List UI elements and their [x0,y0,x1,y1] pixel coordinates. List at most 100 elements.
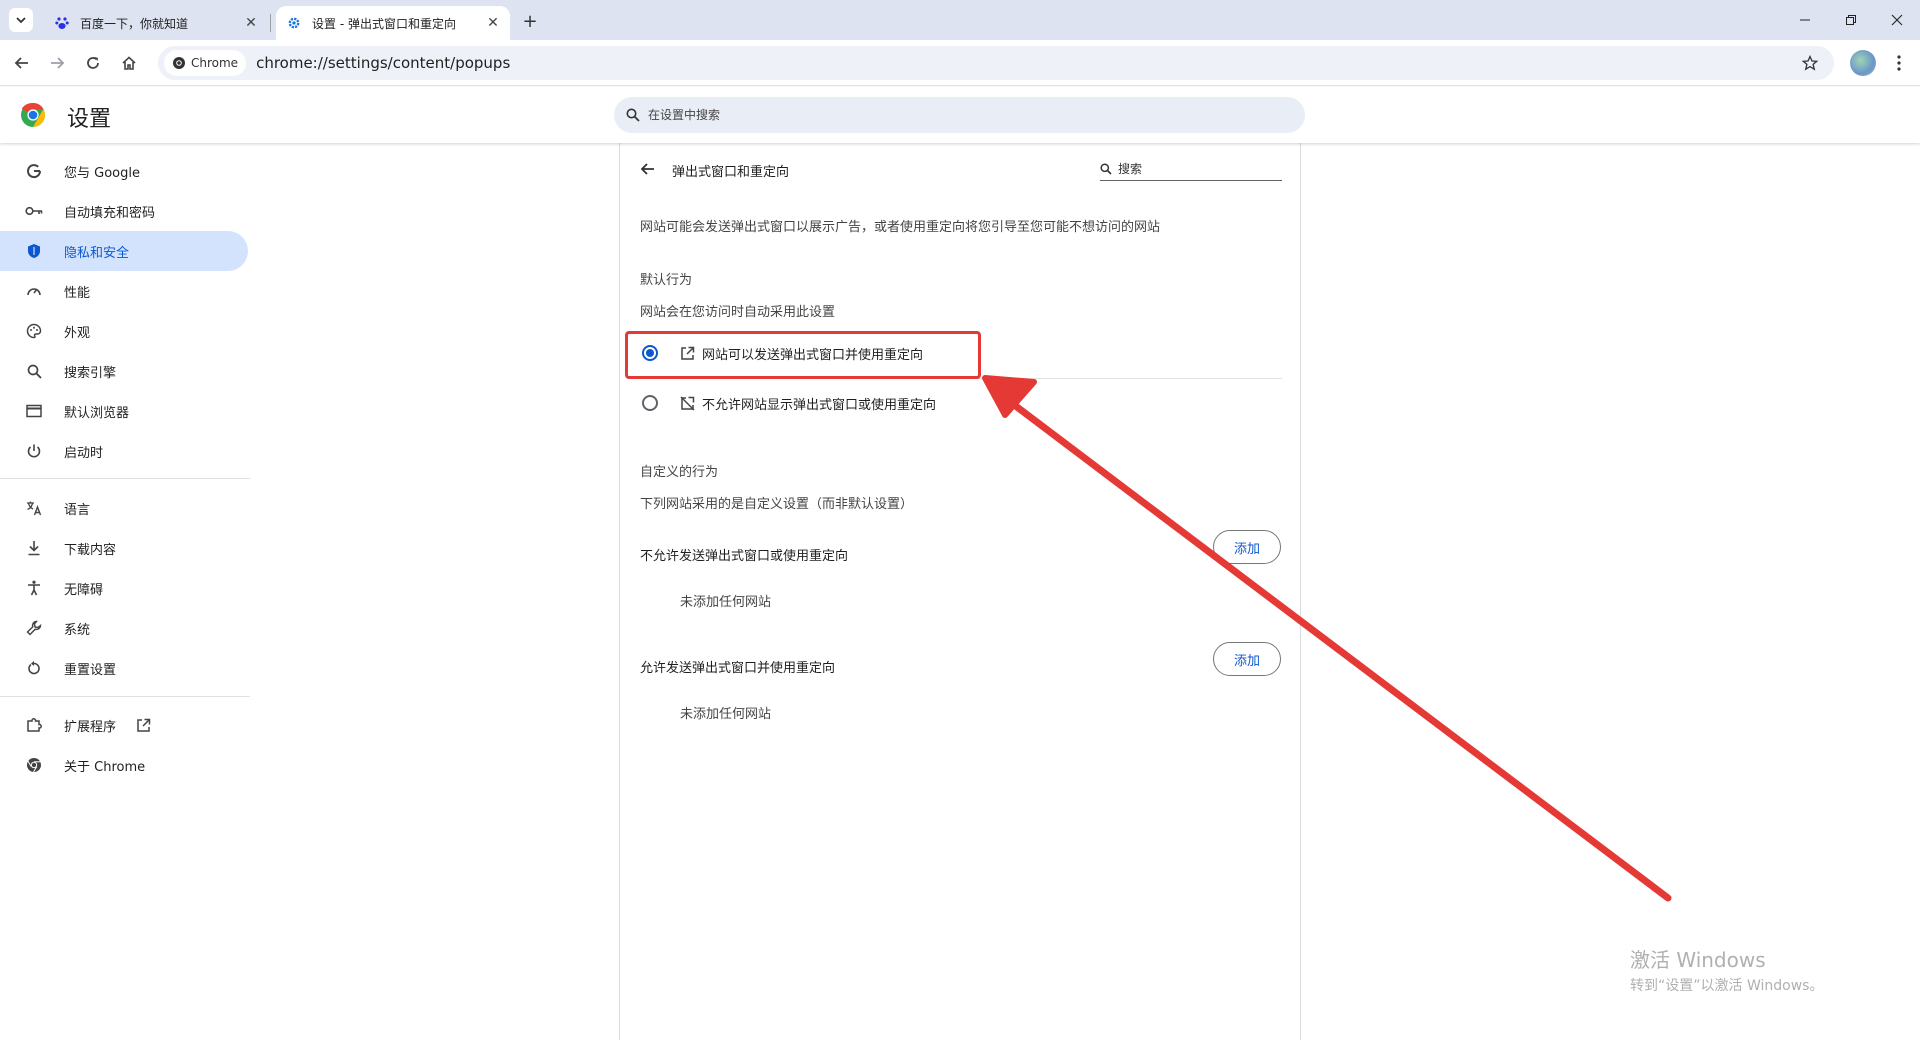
home-button[interactable] [116,50,142,76]
search-icon [24,361,44,381]
sidebar-item-languages[interactable]: 语言 [0,488,248,528]
speedometer-icon [24,281,44,301]
sidebar-item-label: 扩展程序 [64,719,117,735]
shield-icon [24,241,44,261]
radio-label: 网站可以发送弹出式窗口并使用重定向 [702,347,924,363]
key-icon [24,201,44,221]
tab-title: 设置 - 弹出式窗口和重定向 [312,16,456,31]
tab-settings[interactable]: 设置 - 弹出式窗口和重定向 ✕ [276,6,510,40]
default-behavior-subtitle: 网站会在您访问时自动采用此设置 [640,305,836,320]
allowed-list-label: 允许发送弹出式窗口并使用重定向 [640,661,836,676]
add-allowed-site-button[interactable]: 添加 [1213,642,1281,676]
sidebar: 您与 Google 自动填充和密码 隐私和安全 性能 外观 搜索引擎 默认浏览器… [0,143,260,1040]
reset-icon [24,658,44,678]
tab-title: 百度一下，你就知道 [80,16,189,31]
reload-button[interactable] [80,50,106,76]
settings-search-input[interactable] [648,108,1248,122]
baidu-paw-icon [54,15,70,31]
sidebar-item-label: 系统 [64,622,91,638]
profile-avatar[interactable] [1850,50,1876,76]
sidebar-item-label: 默认浏览器 [64,405,130,421]
subpage-search-input[interactable] [1118,161,1268,176]
sidebar-item-you-and-google[interactable]: 您与 Google [0,151,248,191]
search-icon [1100,162,1112,175]
search-icon [626,108,640,122]
address-bar[interactable]: Chrome chrome://settings/content/popups [158,46,1834,80]
power-icon [24,441,44,461]
url-text[interactable]: chrome://settings/content/popups [256,54,510,72]
allowed-list-empty: 未添加任何网站 [680,707,772,722]
new-tab-button[interactable]: + [518,9,542,33]
watermark-line-1: 激活 Windows [1630,948,1766,972]
sidebar-item-label: 关于 Chrome [64,759,146,775]
sidebar-item-label: 自动填充和密码 [64,205,156,221]
sidebar-item-label: 搜索引擎 [64,365,117,381]
sidebar-item-performance[interactable]: 性能 [0,271,248,311]
radio-label: 不允许网站显示弹出式窗口或使用重定向 [702,397,937,413]
accessibility-icon [24,578,44,598]
star-icon [1802,55,1818,71]
close-icon[interactable]: ✕ [484,14,502,32]
sidebar-item-downloads[interactable]: 下载内容 [0,528,248,568]
watermark-line-2: 转到“设置”以激活 Windows。 [1630,978,1824,994]
sidebar-item-accessibility[interactable]: 无障碍 [0,568,248,608]
more-vert-icon [1897,55,1901,71]
sidebar-item-label: 性能 [64,285,91,301]
home-icon [122,56,136,70]
custom-behavior-subtitle: 下列网站采用的是自定义设置（而非默认设置） [640,497,914,512]
sidebar-item-label: 下载内容 [64,542,117,558]
chrome-logo-icon [24,755,44,775]
wrench-icon [24,618,44,638]
add-blocked-site-button[interactable]: 添加 [1213,530,1281,564]
forward-button[interactable] [44,50,70,76]
radio-button-unchecked[interactable] [642,395,658,411]
open-in-new-icon [136,718,151,733]
sidebar-item-reset[interactable]: 重置设置 [0,648,248,688]
tab-search-button[interactable] [9,8,33,32]
sidebar-item-about-chrome[interactable]: 关于 Chrome [0,745,248,785]
sidebar-item-on-startup[interactable]: 启动时 [0,431,248,471]
close-icon[interactable]: ✕ [242,14,260,32]
sidebar-item-label: 隐私和安全 [64,245,130,261]
chevron-down-icon [16,17,26,24]
custom-behavior-heading: 自定义的行为 [640,465,719,480]
popup-blocked-icon [678,394,696,412]
radio-block-popups[interactable]: 不允许网站显示弹出式窗口或使用重定向 [640,379,1282,427]
sidebar-item-autofill[interactable]: 自动填充和密码 [0,191,248,231]
tab-baidu[interactable]: 百度一下，你就知道 ✕ [44,6,268,40]
page-title: 设置 [67,107,112,132]
sidebar-item-label: 无障碍 [64,582,104,598]
chrome-menu-button[interactable] [1886,50,1912,76]
restore-button[interactable] [1828,0,1874,40]
sidebar-item-privacy[interactable]: 隐私和安全 [0,231,248,271]
window-close-button[interactable] [1874,0,1920,40]
back-button[interactable] [9,50,35,76]
sidebar-item-extensions[interactable]: 扩展程序 [0,705,248,745]
open-in-new-icon [678,344,696,362]
subpage-title: 弹出式窗口和重定向 [672,165,790,180]
page-description: 网站可能会发送弹出式窗口以展示广告，或者使用重定向将您引导至您可能不想访问的网站 [640,220,1161,235]
radio-allow-popups[interactable]: 网站可以发送弹出式窗口并使用重定向 [640,329,1282,377]
sidebar-divider [0,478,250,479]
settings-search[interactable] [614,97,1305,133]
sidebar-item-appearance[interactable]: 外观 [0,311,248,351]
sidebar-item-default-browser[interactable]: 默认浏览器 [0,391,248,431]
tab-separator [270,14,271,32]
sidebar-item-search-engine[interactable]: 搜索引擎 [0,351,248,391]
minimize-button[interactable] [1782,0,1828,40]
subpage-search[interactable] [1100,157,1282,181]
settings-header: 设置 [0,87,1920,143]
popups-settings-card: 弹出式窗口和重定向 网站可能会发送弹出式窗口以展示广告，或者使用重定向将您引导至… [619,143,1301,1040]
blocked-list-label: 不允许发送弹出式窗口或使用重定向 [640,549,849,564]
settings-gear-icon [286,15,302,31]
sidebar-item-system[interactable]: 系统 [0,608,248,648]
sidebar-item-label: 重置设置 [64,662,117,678]
sidebar-item-label: 您与 Google [64,165,140,181]
back-button[interactable] [636,157,660,181]
google-g-icon [24,161,44,181]
site-info-chip[interactable]: Chrome [164,50,247,76]
default-behavior-heading: 默认行为 [640,273,693,288]
radio-button-checked[interactable] [642,345,658,361]
sidebar-item-label: 语言 [64,502,91,518]
bookmark-star-button[interactable] [1798,51,1822,75]
